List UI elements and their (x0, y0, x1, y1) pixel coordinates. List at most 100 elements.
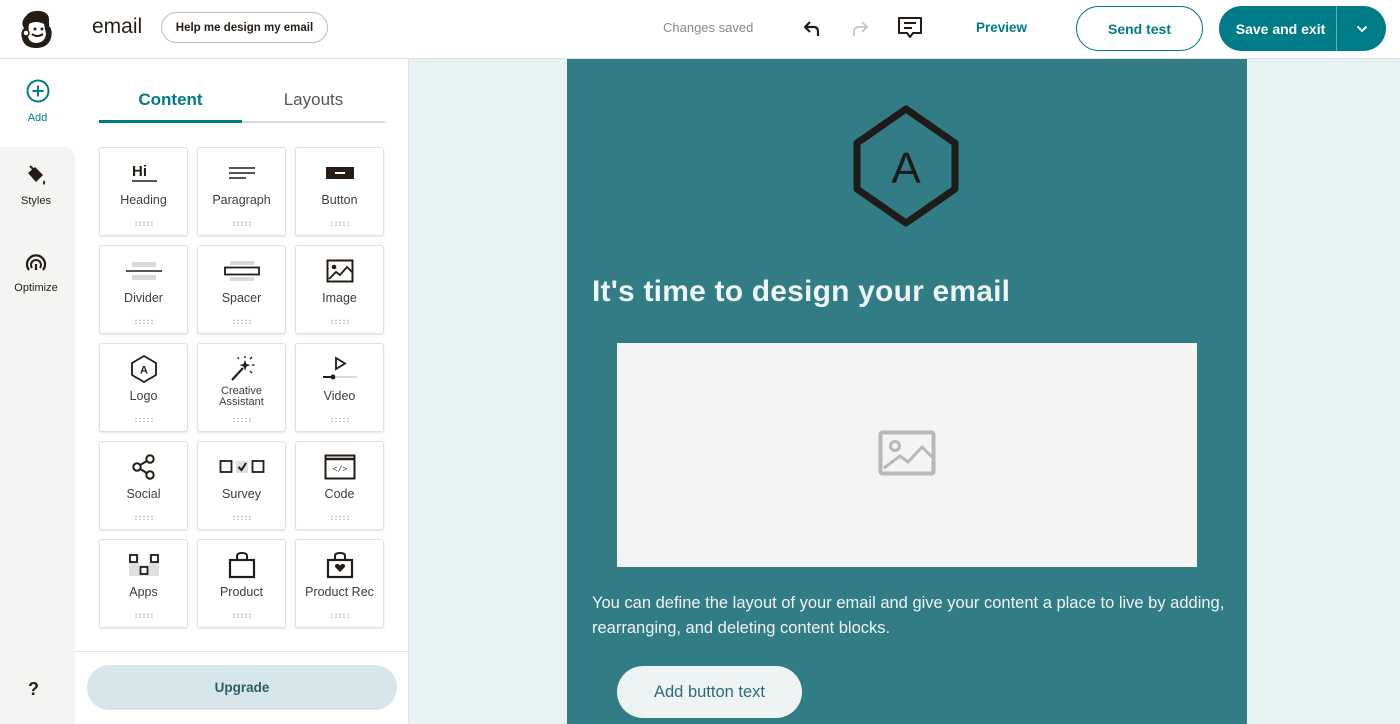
block-label: Logo (129, 389, 158, 403)
save-status: Changes saved (663, 20, 754, 35)
plus-circle-icon (26, 79, 50, 108)
rail-item-label: Optimize (14, 282, 58, 294)
drag-handle-icon[interactable] (133, 417, 154, 422)
block-label: Divider (124, 291, 163, 305)
email-body-text[interactable]: You can define the layout of your email … (592, 591, 1232, 641)
block-product[interactable]: Product (197, 539, 286, 628)
drag-handle-icon[interactable] (329, 319, 350, 324)
block-label: Button (321, 193, 358, 207)
help-design-button[interactable]: Help me design my email (161, 12, 328, 43)
gauge-icon (24, 251, 48, 278)
drag-handle-icon[interactable] (133, 613, 154, 618)
chevron-down-icon (1356, 20, 1368, 38)
block-spacer[interactable]: Spacer (197, 245, 286, 334)
share-icon (130, 454, 158, 480)
shopping-bag-icon (228, 551, 256, 579)
paint-bucket-icon (24, 164, 48, 191)
block-label: Social (126, 487, 161, 501)
tab-layouts[interactable]: Layouts (242, 87, 385, 121)
comment-icon[interactable] (896, 14, 924, 42)
code-glyph: </> (332, 466, 347, 475)
help-button[interactable]: ? (28, 679, 39, 700)
block-creative-assistant[interactable]: Creative Assistant (197, 343, 286, 432)
email-preview: A It's time to design your email You can… (567, 59, 1247, 724)
image-placeholder-icon (878, 430, 936, 481)
block-button[interactable]: Button (295, 147, 384, 236)
code-icon: </> (324, 454, 356, 480)
email-cta-button[interactable]: Add button text (617, 666, 802, 718)
left-rail: Add Styles Optimize ? (0, 59, 75, 724)
save-options-dropdown[interactable] (1337, 6, 1386, 51)
apps-icon (128, 552, 160, 578)
block-label: Product (219, 585, 264, 599)
email-logo-letter: A (891, 144, 921, 193)
drag-handle-icon[interactable] (133, 515, 154, 520)
block-apps[interactable]: Apps (99, 539, 188, 628)
drag-handle-icon[interactable] (231, 221, 252, 226)
email-heading[interactable]: It's time to design your email (592, 275, 1010, 309)
email-logo-block[interactable]: A (851, 105, 961, 227)
drag-handle-icon[interactable] (133, 319, 154, 324)
block-label: Apps (129, 585, 158, 599)
tab-content[interactable]: Content (99, 87, 242, 123)
rail-item-styles[interactable]: Styles (0, 164, 72, 207)
content-panel: Content Layouts Hi Heading Paragraph But… (75, 59, 409, 724)
button-icon (325, 160, 355, 186)
heading-icon: Hi (129, 160, 159, 186)
drag-handle-icon[interactable] (231, 319, 252, 324)
block-label: Heading (120, 193, 167, 207)
save-and-exit-button[interactable]: Save and exit (1219, 6, 1337, 51)
block-divider[interactable]: Divider (99, 245, 188, 334)
image-placeholder[interactable] (617, 343, 1197, 567)
block-product-rec[interactable]: Product Rec (295, 539, 384, 628)
block-video[interactable]: Video (295, 343, 384, 432)
block-survey[interactable]: Survey (197, 441, 286, 530)
block-label: Image (322, 291, 357, 305)
product-rec-icon (326, 551, 354, 579)
drag-handle-icon[interactable] (231, 515, 252, 520)
content-blocks-grid: Hi Heading Paragraph Button Divider Spac… (99, 147, 384, 628)
block-label: Creative Assistant (219, 385, 264, 408)
save-and-exit-split-button: Save and exit (1219, 6, 1386, 51)
drag-handle-icon[interactable] (329, 221, 350, 226)
upgrade-button[interactable]: Upgrade (87, 665, 397, 710)
block-paragraph[interactable]: Paragraph (197, 147, 286, 236)
survey-icon (219, 454, 265, 480)
mailchimp-logo-icon[interactable] (16, 8, 56, 50)
block-heading[interactable]: Hi Heading (99, 147, 188, 236)
top-bar: email Help me design my email Changes sa… (0, 0, 1400, 59)
spacer-icon (223, 258, 261, 284)
block-code[interactable]: </> Code (295, 441, 384, 530)
block-image[interactable]: Image (295, 245, 384, 334)
undo-icon[interactable] (798, 14, 826, 42)
drag-handle-icon[interactable] (329, 515, 350, 520)
block-logo[interactable]: A Logo (99, 343, 188, 432)
rail-item-optimize[interactable]: Optimize (0, 251, 72, 294)
send-test-button[interactable]: Send test (1076, 6, 1203, 51)
rail-item-add[interactable]: Add (0, 59, 75, 147)
panel-divider (75, 651, 409, 652)
paragraph-icon (228, 160, 256, 186)
block-label: Paragraph (212, 193, 271, 207)
logo-letter: A (140, 365, 148, 377)
preview-link[interactable]: Preview (976, 20, 1027, 35)
block-label: Spacer (221, 291, 262, 305)
panel-tabs: Content Layouts (99, 87, 385, 123)
drag-handle-icon[interactable] (329, 613, 350, 618)
drag-handle-icon[interactable] (329, 417, 350, 422)
block-label: Survey (222, 487, 261, 501)
drag-handle-icon[interactable] (133, 221, 154, 226)
redo-icon[interactable] (846, 14, 874, 42)
image-icon (326, 258, 354, 284)
block-label: Product Rec (305, 585, 374, 599)
document-name[interactable]: email (92, 15, 142, 39)
svg-text:Hi: Hi (132, 163, 147, 180)
drag-handle-icon[interactable] (231, 417, 252, 422)
block-label: Video (323, 389, 356, 403)
drag-handle-icon[interactable] (231, 613, 252, 618)
divider-icon (125, 258, 163, 284)
editor-canvas: A It's time to design your email You can… (409, 59, 1400, 724)
block-label: Code (324, 487, 355, 501)
rail-item-label: Styles (21, 195, 51, 207)
block-social[interactable]: Social (99, 441, 188, 530)
